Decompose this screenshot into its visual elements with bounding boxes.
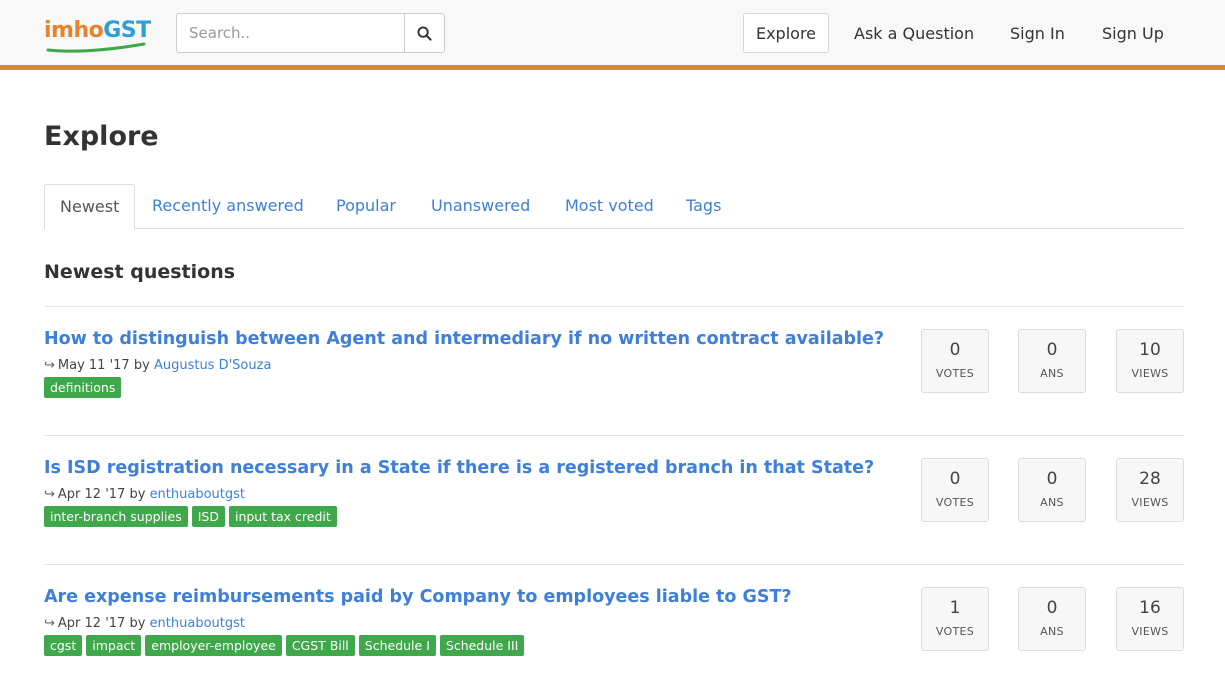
tag-link[interactable]: cgst <box>44 635 83 656</box>
votes-count: 0 <box>949 340 961 360</box>
votes-counter: 1 VOTES <box>921 587 989 651</box>
by-label: by <box>129 487 146 502</box>
views-counter: 10 VIEWS <box>1116 329 1184 393</box>
tab-tags[interactable]: Tags <box>686 184 721 229</box>
tag-link[interactable]: employer-employee <box>145 635 282 656</box>
nav-ask-question-link[interactable]: Ask a Question <box>854 13 974 53</box>
search-icon <box>417 25 432 41</box>
question-item: Is ISD registration necessary in a State… <box>44 458 1184 558</box>
votes-label: VOTES <box>935 367 975 380</box>
question-meta: ↪ May 11 '17 by Augustus D'Souza <box>44 358 271 373</box>
tab-newest[interactable]: Newest <box>44 184 136 230</box>
question-title-link[interactable]: How to distinguish between Agent and int… <box>44 329 884 349</box>
reply-arrow-icon: ↪ <box>44 487 55 502</box>
question-title-link[interactable]: Is ISD registration necessary in a State… <box>44 458 874 478</box>
search-button[interactable] <box>404 14 444 52</box>
divider <box>44 435 1184 436</box>
tag-link[interactable]: inter-branch supplies <box>44 506 188 527</box>
question-author-link[interactable]: enthuaboutgst <box>150 616 245 631</box>
by-label: by <box>129 616 146 631</box>
search-box <box>176 13 445 53</box>
votes-count: 0 <box>949 469 961 489</box>
views-counter: 28 VIEWS <box>1116 458 1184 522</box>
answers-label: ANS <box>1040 367 1064 380</box>
votes-count: 1 <box>949 598 961 618</box>
question-meta: ↪ Apr 12 '17 by enthuaboutgst <box>44 616 245 631</box>
question-date: May 11 '17 <box>57 358 130 373</box>
nav-sign-up-link[interactable]: Sign Up <box>1102 13 1164 53</box>
views-label: VIEWS <box>1131 625 1169 638</box>
nav-explore-button[interactable]: Explore <box>743 13 829 53</box>
by-label: by <box>133 358 150 373</box>
nav-sign-in-link[interactable]: Sign In <box>1010 13 1065 53</box>
reply-arrow-icon: ↪ <box>44 616 55 631</box>
votes-label: VOTES <box>935 625 975 638</box>
views-counter: 16 VIEWS <box>1116 587 1184 651</box>
tag-link[interactable]: ISD <box>191 506 225 527</box>
answers-counter: 0 ANS <box>1018 587 1086 651</box>
tab-recently-answered[interactable]: Recently answered <box>152 184 304 229</box>
tab-most-voted[interactable]: Most voted <box>565 184 654 229</box>
tag-link[interactable]: CGST Bill <box>285 635 355 656</box>
reply-arrow-icon: ↪ <box>44 358 55 373</box>
answers-label: ANS <box>1040 496 1064 509</box>
tag-link[interactable]: Schedule III <box>439 635 525 656</box>
tag-link[interactable]: impact <box>86 635 142 656</box>
votes-counter: 0 VOTES <box>921 329 989 393</box>
votes-label: VOTES <box>935 496 975 509</box>
site-logo[interactable]: imhoGST <box>44 12 151 54</box>
answers-count: 0 <box>1046 469 1058 489</box>
divider <box>44 564 1184 565</box>
answers-counter: 0 ANS <box>1018 458 1086 522</box>
question-author-link[interactable]: Augustus D'Souza <box>154 358 271 373</box>
question-tags: cgst impact employer-employee CGST Bill … <box>44 635 525 656</box>
views-count: 28 <box>1139 469 1161 489</box>
views-label: VIEWS <box>1131 496 1169 509</box>
answers-count: 0 <box>1046 340 1058 360</box>
search-input[interactable] <box>177 14 405 52</box>
divider <box>44 306 1184 307</box>
answers-counter: 0 ANS <box>1018 329 1086 393</box>
question-tags: definitions <box>44 377 122 398</box>
tag-link[interactable]: definitions <box>44 377 122 398</box>
views-label: VIEWS <box>1131 367 1169 380</box>
page-title: Explore <box>44 121 159 152</box>
question-item: How to distinguish between Agent and int… <box>44 329 1184 429</box>
question-date: Apr 12 '17 <box>57 487 126 502</box>
tab-unanswered[interactable]: Unanswered <box>431 184 530 229</box>
question-item: Are expense reimbursements paid by Compa… <box>44 587 1184 687</box>
question-tags: inter-branch supplies ISD input tax cred… <box>44 506 337 527</box>
top-navbar: imhoGST Explore Ask a Question Sign In S… <box>0 0 1225 70</box>
section-title: Newest questions <box>44 261 236 283</box>
explore-tabs: Newest Recently answered Popular Unanswe… <box>44 184 1184 230</box>
tag-link[interactable]: Schedule I <box>358 635 436 656</box>
tag-link[interactable]: input tax credit <box>228 506 337 527</box>
views-count: 16 <box>1139 598 1161 618</box>
answers-label: ANS <box>1040 625 1064 638</box>
votes-counter: 0 VOTES <box>921 458 989 522</box>
logo-wordmark: imhoGST <box>44 18 151 43</box>
question-meta: ↪ Apr 12 '17 by enthuaboutgst <box>44 487 245 502</box>
tab-popular[interactable]: Popular <box>336 184 396 229</box>
question-title-link[interactable]: Are expense reimbursements paid by Compa… <box>44 587 792 607</box>
question-author-link[interactable]: enthuaboutgst <box>150 487 245 502</box>
question-date: Apr 12 '17 <box>57 616 126 631</box>
views-count: 10 <box>1139 340 1161 360</box>
logo-swoosh-icon <box>46 42 146 53</box>
answers-count: 0 <box>1046 598 1058 618</box>
